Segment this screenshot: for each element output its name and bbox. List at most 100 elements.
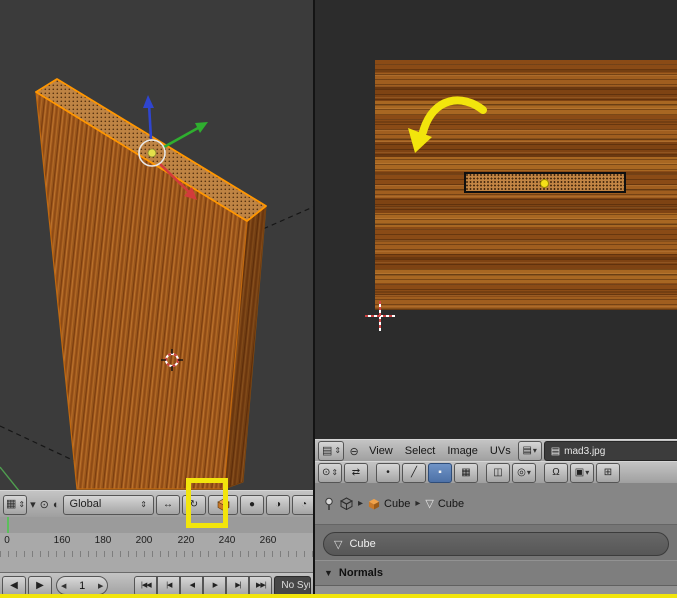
proportional-icon: ◎ <box>517 467 526 478</box>
mesh-name: Cube <box>437 497 465 510</box>
uv-image-canvas[interactable] <box>315 0 677 439</box>
object-name: Cube <box>384 497 411 510</box>
uv-selected-face[interactable] <box>464 172 626 193</box>
face-icon: ▪ <box>438 467 442 478</box>
play-reverse-button[interactable]: ◀ <box>180 575 204 596</box>
play-button[interactable]: ▶ <box>203 575 227 596</box>
sticky-icon: ◫ <box>493 467 503 478</box>
image-editor-icon: ▤ <box>322 444 333 457</box>
chevron-down-icon: ▾ <box>585 468 590 477</box>
yellow-arrow-annotation <box>408 96 487 153</box>
sticky-selection-button[interactable]: ◫ <box>486 463 510 483</box>
gizmo-z-arrowhead <box>143 95 154 108</box>
next-keyframe-button[interactable]: ▶ <box>28 575 52 596</box>
menu-image[interactable]: Image <box>442 445 483 457</box>
frame-decrement-arrow[interactable]: ◀ <box>61 582 66 590</box>
browse-image-button[interactable]: ▤ ▾ <box>517 441 542 461</box>
collapse-menus-icon[interactable]: ⊖ <box>346 443 362 459</box>
gizmo-z-axis-arrow[interactable] <box>147 103 153 140</box>
breadcrumb-arrow-icon: ▸ <box>358 498 364 509</box>
breadcrumb-object[interactable]: Cube <box>368 498 410 510</box>
shading-sphere-button[interactable]: ● <box>240 494 264 515</box>
select-mode-vertex-button[interactable]: • <box>376 463 400 483</box>
grid-axis-line <box>0 425 80 464</box>
frame-increment-arrow[interactable]: ▶ <box>98 582 103 590</box>
left-triangle-icon: ◀ <box>10 579 18 591</box>
translate-icon: ↔ <box>163 498 173 510</box>
snap-toggle-button[interactable]: Ω <box>544 463 568 483</box>
chevron-down-icon: ▾ <box>526 468 531 477</box>
object-cube-outline-icon[interactable] <box>340 497 353 510</box>
sync-mode-value: No Sync <box>281 580 310 591</box>
mesh-name-value: Cube <box>349 538 376 550</box>
proportional-edit-dropdown[interactable]: ◎ ▾ <box>512 463 536 483</box>
ruler-label: 200 <box>135 535 153 546</box>
orientation-value: Global <box>69 498 102 510</box>
uv-editor-area: ▤ ⇕ ⊖ View Select Image UVs ▤ ▾ ▤ mad3.j… <box>313 0 677 598</box>
uv-editor-toolbar: ⊙ ⇕ ⇄ • ╱ ▪ ▦ ◫ ◎ ▾ Ω ▣ ▾ ⊞ <box>315 461 677 485</box>
viewport-shading-icon[interactable]: ◐ <box>52 499 61 511</box>
jump-to-end-button[interactable]: ▶▶| <box>249 575 273 596</box>
uv-2d-cursor <box>365 301 395 331</box>
uv-sync-selection-button[interactable]: ⇄ <box>344 463 368 483</box>
pivot-icon: ⊙ <box>321 467 331 478</box>
pivot-point-dropdown[interactable]: ⊙ ⇕ <box>318 463 342 483</box>
3d-viewport-canvas[interactable] <box>0 0 313 490</box>
photo-icon: ▤ <box>550 445 561 457</box>
chevron-updown-icon: ⇕ <box>140 499 147 509</box>
properties-editor: ▸ Cube ▸ ▽ Cube ▽ Cube ▼ Normals <box>315 483 677 598</box>
current-frame-field[interactable]: ◀ 1 ▶ <box>56 576 109 595</box>
image-name: mad3.jpg <box>564 445 606 457</box>
properties-breadcrumb: ▸ Cube ▸ ▽ Cube <box>315 483 677 525</box>
jump-prev-keyframe-button[interactable]: |◀ <box>157 575 181 596</box>
mode-icon[interactable]: ⊙ <box>39 498 50 511</box>
ruler-label: 160 <box>53 535 71 546</box>
sync-mode-dropdown[interactable]: No Sync <box>274 575 311 596</box>
manipulator-translate-button[interactable]: ↔ <box>156 494 180 515</box>
transform-orientation-dropdown[interactable]: Global ⇕ <box>62 494 154 515</box>
pin-icon[interactable] <box>323 497 335 511</box>
frame-value: 1 <box>79 579 86 592</box>
shading-half-button[interactable]: ◑ <box>266 494 290 515</box>
select-mode-edge-button[interactable]: ╱ <box>402 463 426 483</box>
timeline-track-area[interactable] <box>0 517 313 534</box>
uv-editor-header: ▤ ⇕ ⊖ View Select Image UVs ▤ ▾ ▤ mad3.j… <box>315 439 677 463</box>
sync-arrows-icon: ⇄ <box>351 467 361 478</box>
image-datablock-field[interactable]: ▤ mad3.jpg <box>543 441 677 461</box>
breadcrumb-mesh-data[interactable]: ▽ Cube <box>425 497 465 511</box>
edge-icon: ╱ <box>410 467 418 478</box>
uv-face-center-dot[interactable] <box>540 179 549 188</box>
current-frame-indicator[interactable] <box>7 517 9 533</box>
orange-cube-icon <box>368 498 380 510</box>
gizmo-center-dot[interactable] <box>147 148 157 158</box>
ruler-label: 240 <box>218 535 236 546</box>
snap-element-dropdown[interactable]: ▣ ▾ <box>570 463 594 483</box>
circle-quarter-icon: ◔ <box>300 498 308 510</box>
chevron-updown-icon: ⇕ <box>331 468 339 477</box>
ruler-label: 0 <box>4 535 10 546</box>
menu-uvs[interactable]: UVs <box>485 445 516 457</box>
uv-extra-button[interactable]: ⊞ <box>596 463 620 483</box>
prev-keyframe-button[interactable]: ◀ <box>2 575 26 596</box>
menu-select[interactable]: Select <box>400 445 441 457</box>
jump-to-start-button[interactable]: |◀◀ <box>134 575 158 596</box>
island-icon: ▦ <box>461 467 471 478</box>
select-mode-island-button[interactable]: ▦ <box>454 463 478 483</box>
editor-type-button[interactable]: ▤ ⇕ <box>318 441 345 461</box>
jump-next-keyframe-button[interactable]: ▶| <box>226 575 250 596</box>
editor-type-button[interactable]: ▦ ⇕ <box>3 494 28 515</box>
normals-panel-header[interactable]: ▼ Normals <box>315 560 677 586</box>
yellow-highlight-rectangle-annotation <box>186 478 228 528</box>
mesh-data-icon: ▽ <box>425 498 434 510</box>
gizmo-y-axis-arrow[interactable] <box>163 126 199 149</box>
select-mode-face-button[interactable]: ▪ <box>428 463 452 483</box>
menu-collapse-icon[interactable]: ▾ <box>29 498 37 511</box>
right-triangle-icon: ▶ <box>36 579 44 591</box>
menu-view[interactable]: View <box>364 445 398 457</box>
timeline-ruler[interactable]: 0 160 180 200 220 240 260 <box>0 533 313 573</box>
ruler-label: 180 <box>94 535 112 546</box>
magnet-icon: Ω <box>552 467 560 478</box>
snap-element-icon: ▣ <box>574 467 585 478</box>
3d-view-area: ▦ ⇕ ▾ ⊙ ◐ Global ⇕ ↔ ↻ ● ◑ ◔ 0 160 180 2… <box>0 0 319 598</box>
mesh-name-field[interactable]: ▽ Cube <box>323 532 669 556</box>
